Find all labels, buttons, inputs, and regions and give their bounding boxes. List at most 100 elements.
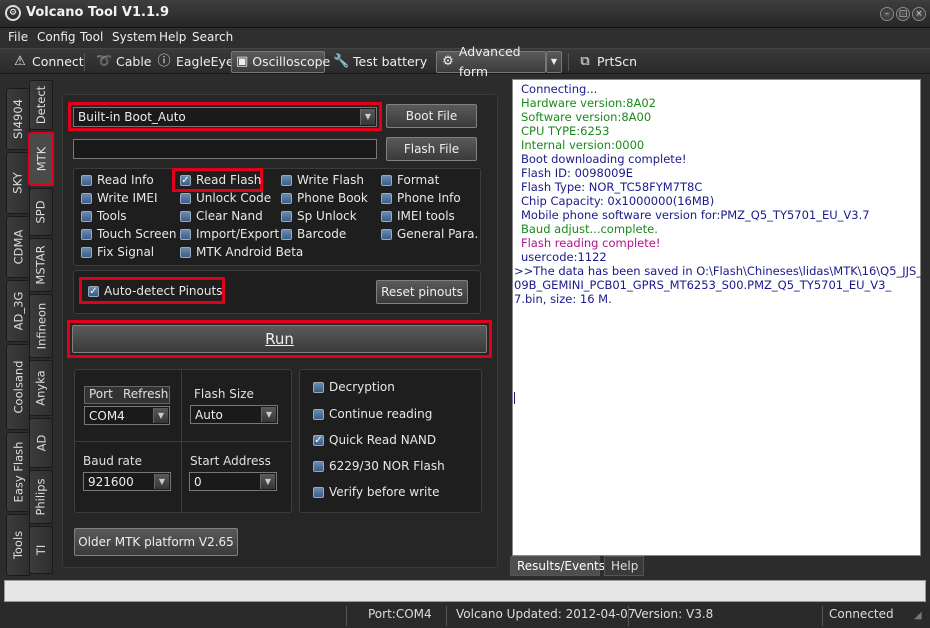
log-line: usercode:1122 bbox=[521, 250, 607, 264]
phone-info-label: Phone Info bbox=[397, 191, 461, 205]
tab-cdma[interactable]: CDMA bbox=[6, 216, 30, 278]
status-separator bbox=[628, 606, 629, 626]
flash-file-button[interactable]: Flash File bbox=[386, 137, 477, 161]
sp-unlock-checkbox[interactable]: Sp Unlock bbox=[281, 209, 357, 223]
close-button[interactable]: × bbox=[912, 7, 926, 21]
advanced-form-dropdown[interactable]: ▼ bbox=[546, 51, 562, 73]
decryption-checkbox[interactable]: Decryption bbox=[313, 380, 395, 394]
tab-anyka[interactable]: Anyka bbox=[29, 360, 53, 416]
verify-before-write-checkbox[interactable]: Verify before write bbox=[313, 485, 439, 499]
barcode-checkbox[interactable]: Barcode bbox=[281, 227, 346, 241]
prtscn-button[interactable]: ⧉ PrtScn bbox=[573, 51, 641, 73]
phone-info-checkbox[interactable]: Phone Info bbox=[381, 191, 461, 205]
tab-results-events[interactable]: Results/Events bbox=[510, 556, 605, 576]
phone-book-checkbox[interactable]: Phone Book bbox=[281, 191, 368, 205]
menu-config[interactable]: Config bbox=[37, 30, 76, 44]
checkbox-icon bbox=[381, 192, 392, 204]
tab-label: SI4904 bbox=[11, 99, 25, 139]
checkbox-icon bbox=[313, 486, 324, 498]
baud-rate-value: 921600 bbox=[88, 475, 134, 489]
tab-mstar[interactable]: MSTAR bbox=[29, 238, 53, 292]
tab-spd[interactable]: SPD bbox=[29, 188, 53, 236]
results-log[interactable]: Connecting... Hardware version:8A02 Soft… bbox=[512, 79, 923, 556]
cable-label: Cable bbox=[116, 54, 152, 69]
boot-file-button[interactable]: Boot File bbox=[386, 104, 477, 128]
boot-select-value: Built-in Boot_Auto bbox=[78, 110, 186, 124]
tab-si4904[interactable]: SI4904 bbox=[6, 88, 30, 150]
tab-detect[interactable]: Detect bbox=[29, 80, 53, 130]
sp-unlock-label: Sp Unlock bbox=[297, 209, 357, 223]
tab-philips[interactable]: Philips bbox=[29, 470, 53, 524]
menu-system[interactable]: System bbox=[112, 30, 157, 44]
port-select[interactable]: COM4 ▼ bbox=[84, 406, 170, 425]
reset-pinouts-button[interactable]: Reset pinouts bbox=[376, 280, 468, 304]
oscilloscope-button[interactable]: ▣ Oscilloscope bbox=[231, 51, 330, 73]
write-imei-checkbox[interactable]: Write IMEI bbox=[81, 191, 158, 205]
tab-easy-flash[interactable]: Easy Flash bbox=[6, 432, 30, 512]
info-icon: ⓘ bbox=[157, 54, 171, 69]
tab-infineon[interactable]: Infineon bbox=[29, 294, 53, 358]
general-para-checkbox[interactable]: General Para. bbox=[381, 227, 478, 241]
boot-select[interactable]: Built-in Boot_Auto ▼ bbox=[73, 107, 377, 127]
cable-button[interactable]: ➰ Cable bbox=[92, 51, 156, 73]
imei-tools-checkbox[interactable]: IMEI tools bbox=[381, 209, 455, 223]
read-info-checkbox[interactable]: Read Info bbox=[81, 173, 154, 187]
volcano-logo-icon: ⚙ bbox=[5, 5, 21, 21]
tab-coolsand[interactable]: Coolsand bbox=[6, 344, 30, 430]
run-button[interactable]: Run bbox=[72, 325, 487, 353]
clear-nand-checkbox[interactable]: Clear Nand bbox=[180, 209, 263, 223]
resize-grip-icon[interactable]: ◢ bbox=[914, 610, 922, 621]
tab-mtk[interactable]: MTK bbox=[28, 132, 54, 186]
tab-ad[interactable]: AD bbox=[29, 418, 53, 468]
maximize-button[interactable]: □ bbox=[896, 7, 910, 21]
auto-detect-pinouts-checkbox[interactable]: ✓ Auto-detect Pinouts bbox=[88, 284, 222, 298]
format-checkbox[interactable]: Format bbox=[381, 173, 439, 187]
tab-ad-3g[interactable]: AD_3G bbox=[6, 280, 30, 342]
log-line: Flash ID: 0098009E bbox=[521, 166, 634, 180]
older-mtk-platform-button[interactable]: Older MTK platform V2.65 bbox=[74, 528, 238, 556]
flash-file-field[interactable] bbox=[73, 139, 377, 159]
mtk-android-beta-checkbox[interactable]: MTK Android Beta bbox=[180, 245, 303, 259]
touch-screen-checkbox[interactable]: Touch Screen bbox=[81, 227, 177, 241]
format-label: Format bbox=[397, 173, 440, 187]
quick-read-nand-checkbox[interactable]: ✓ Quick Read NAND bbox=[313, 433, 436, 447]
eagleeye-button[interactable]: ⓘ EagleEye bbox=[152, 51, 238, 73]
fix-signal-label: Fix Signal bbox=[97, 245, 155, 259]
import-export-checkbox[interactable]: Import/Export bbox=[180, 227, 279, 241]
checkbox-icon bbox=[81, 228, 92, 240]
test-battery-button[interactable]: 🔧 Test battery bbox=[329, 51, 431, 73]
connect-button[interactable]: ⚠ Connect bbox=[8, 51, 88, 73]
tab-help[interactable]: Help bbox=[604, 556, 644, 576]
tab-label: SPD bbox=[34, 200, 48, 224]
tab-tools[interactable]: Tools bbox=[6, 514, 30, 576]
chevron-down-icon: ▼ bbox=[154, 474, 169, 489]
menu-search[interactable]: Search bbox=[192, 30, 233, 44]
tools-checkbox[interactable]: Tools bbox=[81, 209, 127, 223]
chevron-down-icon: ▼ bbox=[153, 408, 168, 423]
continue-reading-checkbox[interactable]: Continue reading bbox=[313, 407, 432, 421]
baud-rate-label: Baud rate bbox=[83, 454, 142, 468]
tab-ti[interactable]: TI bbox=[29, 526, 53, 574]
fix-signal-checkbox[interactable]: Fix Signal bbox=[81, 245, 154, 259]
baud-rate-select[interactable]: 921600 ▼ bbox=[83, 472, 171, 491]
unlock-code-checkbox[interactable]: Unlock Code bbox=[180, 191, 271, 205]
write-flash-checkbox[interactable]: Write Flash bbox=[281, 173, 364, 187]
status-connection: Connected bbox=[829, 607, 894, 621]
flash-size-select[interactable]: Auto ▼ bbox=[190, 405, 278, 424]
log-line: >>The data has been saved in O:\Flash\Ch… bbox=[514, 264, 923, 278]
checkbox-icon bbox=[81, 192, 92, 204]
log-tabs: Results/Events Help bbox=[510, 556, 922, 576]
advanced-form-button[interactable]: ⚙ Advanced form bbox=[436, 44, 546, 79]
checkbox-icon bbox=[281, 174, 292, 186]
nor-flash-checkbox[interactable]: 6229/30 NOR Flash bbox=[313, 459, 445, 473]
minimize-button[interactable]: – bbox=[880, 7, 894, 21]
read-flash-checkbox[interactable]: ✓ Read Flash bbox=[180, 173, 261, 187]
start-address-select[interactable]: 0 ▼ bbox=[189, 472, 277, 491]
refresh-button[interactable]: Refresh bbox=[123, 387, 168, 401]
menu-tool[interactable]: Tool bbox=[80, 30, 103, 44]
menu-help[interactable]: Help bbox=[159, 30, 186, 44]
tab-sky[interactable]: SKY bbox=[6, 152, 30, 214]
checkbox-checked-icon: ✓ bbox=[88, 285, 99, 297]
menu-file[interactable]: File bbox=[8, 30, 28, 44]
checkbox-icon bbox=[81, 210, 92, 222]
